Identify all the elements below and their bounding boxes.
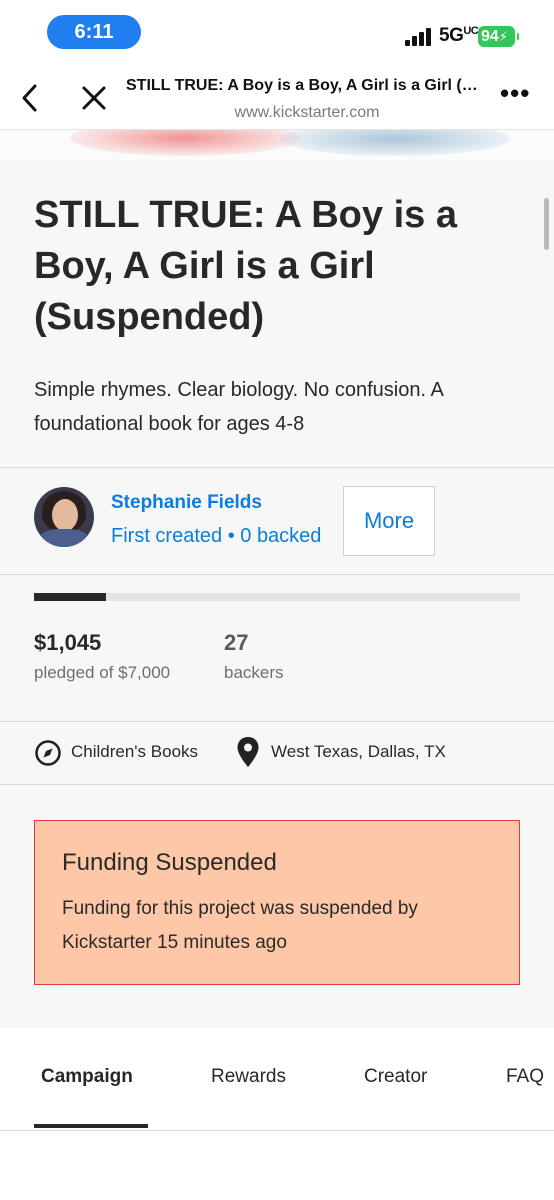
- location-link[interactable]: West Texas, Dallas, TX: [271, 742, 446, 762]
- status-bar: 6:11 5GUC 94⚡: [0, 0, 554, 62]
- pledged-goal-label: pledged of $7,000: [34, 663, 171, 682]
- browser-header: STILL TRUE: A Boy is a Boy, A Girl is a …: [0, 62, 554, 130]
- cell-signal-icon: [405, 28, 435, 46]
- active-tab-indicator: [34, 1124, 148, 1128]
- avatar[interactable]: [34, 487, 94, 547]
- status-time[interactable]: 6:11: [47, 15, 141, 49]
- close-icon: [82, 86, 106, 110]
- divider: [0, 574, 554, 575]
- creator-meta-link[interactable]: First created • 0 backed: [111, 525, 321, 548]
- notice-title: Funding Suspended: [62, 849, 277, 876]
- browser-page-title: STILL TRUE: A Boy is a Boy, A Girl is a …: [126, 77, 488, 94]
- battery-level: 94: [481, 28, 499, 45]
- browser-url[interactable]: www.kickstarter.com: [126, 104, 488, 122]
- back-button[interactable]: [16, 82, 44, 114]
- tab-campaign[interactable]: Campaign: [41, 1066, 133, 1088]
- creator-name-link[interactable]: Stephanie Fields: [111, 492, 262, 514]
- scroll-indicator[interactable]: [544, 198, 549, 250]
- funding-progress-fill: [34, 593, 107, 601]
- category-link[interactable]: Children's Books: [71, 742, 198, 762]
- battery-icon: 94⚡: [478, 26, 519, 47]
- divider: [0, 784, 554, 785]
- backers-label: backers: [224, 663, 284, 682]
- project-image: [0, 130, 554, 160]
- backers-count: 27: [224, 630, 249, 655]
- close-button[interactable]: [80, 84, 108, 112]
- tab-faq[interactable]: FAQ: [506, 1066, 544, 1088]
- chevron-left-icon: [22, 84, 37, 112]
- notice-text: Funding for this project was suspended b…: [62, 898, 418, 953]
- tab-creator[interactable]: Creator: [364, 1066, 427, 1088]
- funding-suspended-notice: Funding Suspended Funding for this proje…: [34, 820, 520, 985]
- project-tabs: Campaign Rewards Creator FAQ: [0, 1028, 554, 1131]
- divider: [0, 467, 554, 468]
- project-blurb: Simple rhymes. Clear biology. No confusi…: [34, 379, 443, 435]
- location-pin-icon: [237, 737, 259, 767]
- more-dots-icon[interactable]: •••: [500, 80, 534, 108]
- pledged-amount: $1,045: [34, 630, 102, 655]
- compass-icon: [35, 740, 61, 766]
- divider: [0, 721, 554, 722]
- network-type: 5GUC: [439, 25, 479, 46]
- project-title: STILL TRUE: A Boy is a Boy, A Girl is a …: [34, 194, 457, 338]
- funding-progress-bar: [34, 593, 520, 601]
- tab-rewards[interactable]: Rewards: [211, 1066, 286, 1088]
- creator-more-button[interactable]: More: [343, 486, 435, 556]
